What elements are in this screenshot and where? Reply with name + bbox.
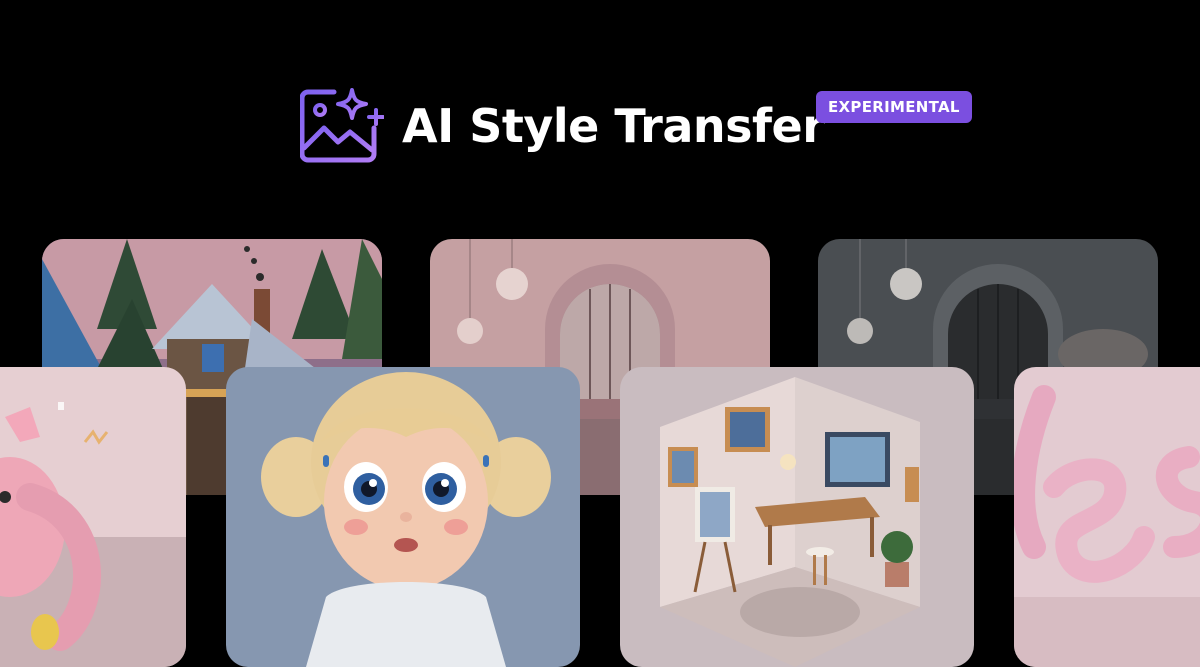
- pink-bunny-image: [0, 367, 186, 667]
- page-title: AI Style Transfer: [402, 99, 825, 153]
- isometric-room-image: [620, 367, 974, 667]
- cartoon-girl-image: [226, 367, 580, 667]
- image-sparkle-icon: [299, 88, 385, 164]
- balloon-lettering-image: [1014, 367, 1200, 667]
- experimental-badge: EXPERIMENTAL: [816, 91, 972, 123]
- hero-header: AI Style Transfer EXPERIMENTAL: [0, 0, 1200, 240]
